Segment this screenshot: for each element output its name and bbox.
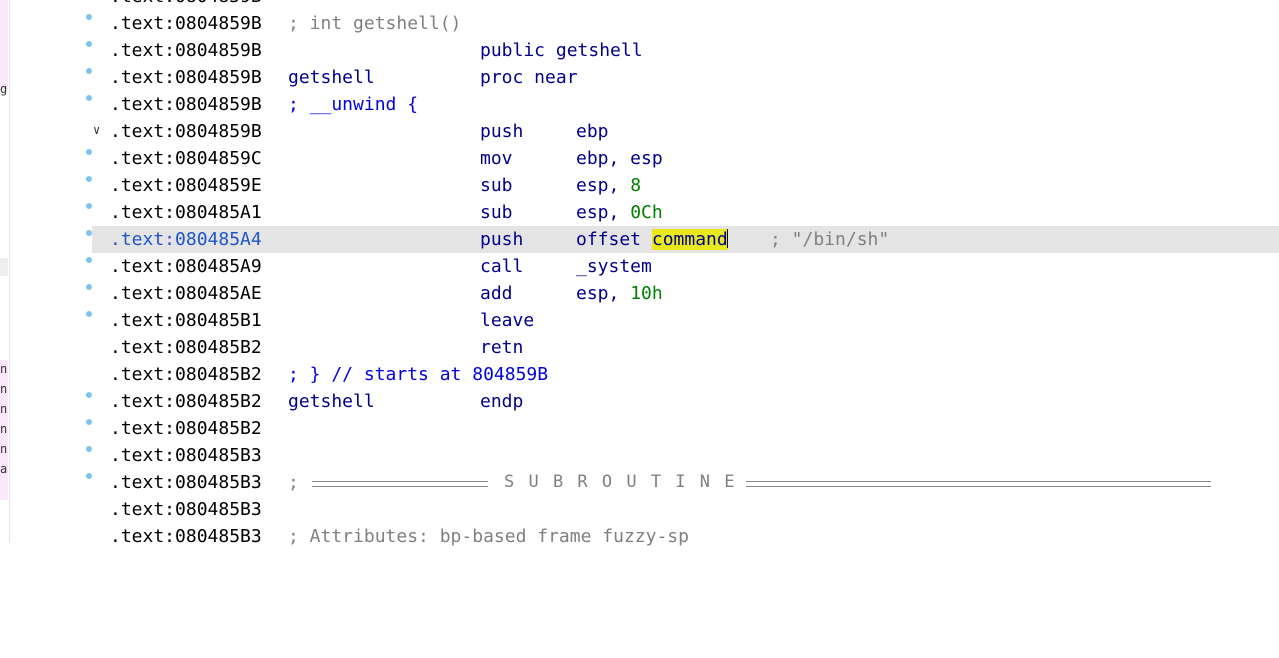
- line-address: .text:080485B3: [110, 499, 262, 520]
- instruction-operand[interactable]: ebp, esp: [576, 145, 663, 172]
- left-panel-selection: [0, 258, 8, 276]
- line-address: .text:080485B2: [110, 418, 262, 439]
- line-address: .text:080485B2: [110, 391, 262, 412]
- instruction-operand[interactable]: esp, 10h: [576, 280, 663, 307]
- line-address: .text:080485B3: [110, 445, 262, 466]
- line-address: .text:0804859B: [110, 121, 262, 142]
- operand-immediate: 8: [630, 175, 642, 196]
- separator-rule: [746, 481, 1211, 487]
- string-comment: ; "/bin/sh": [770, 229, 890, 250]
- listing-line[interactable]: .text:0804859B push ebp: [92, 118, 1279, 145]
- operand-keyword: offset: [576, 229, 642, 250]
- disassembly-listing[interactable]: .text:0804859B .text:0804859B ; int gets…: [92, 0, 1279, 550]
- line-address: .text:0804859E: [110, 175, 262, 196]
- line-address: .text:080485B2: [110, 337, 262, 358]
- left-panel-text: n: [0, 363, 8, 376]
- listing-line[interactable]: .text:0804859B: [92, 0, 1279, 10]
- listing-line[interactable]: .text:080485B2 getshell endp: [92, 388, 1279, 415]
- separator-comment: ;: [288, 472, 299, 493]
- line-address: .text:0804859B: [110, 40, 262, 61]
- instruction-mnemonic: mov: [480, 148, 513, 169]
- listing-line[interactable]: .text:080485A1 sub esp, 0Ch: [92, 199, 1279, 226]
- listing-line[interactable]: .text:0804859B ; int getshell(): [92, 10, 1279, 37]
- selected-listing-line[interactable]: .text:080485A4 push offset command ; "/b…: [92, 226, 1279, 253]
- listing-gutter[interactable]: ∨: [10, 0, 100, 543]
- listing-line[interactable]: .text:0804859B public getshell: [92, 37, 1279, 64]
- left-panel-text: n: [0, 423, 8, 436]
- listing-line[interactable]: .text:080485B3 ; S U B R O U T I N E: [92, 469, 1279, 496]
- left-panel-text: n: [0, 403, 8, 416]
- line-address: .text:0804859B: [110, 0, 262, 10]
- function-label[interactable]: getshell: [288, 64, 375, 91]
- unwind-comment: ; __unwind {: [288, 94, 419, 115]
- left-panel-text: a: [0, 463, 8, 476]
- left-panel-edge: g n n n n n a: [0, 0, 10, 543]
- text-cursor: [726, 229, 728, 248]
- listing-line[interactable]: .text:080485B1 leave: [92, 307, 1279, 334]
- left-panel-text: g: [0, 83, 8, 96]
- endp-directive: endp: [480, 391, 524, 412]
- proc-directive: proc near: [480, 67, 578, 88]
- listing-line[interactable]: .text:0804859B getshell proc near: [92, 64, 1279, 91]
- listing-line[interactable]: .text:080485B2 ; } // starts at 804859B: [92, 361, 1279, 388]
- instruction-mnemonic: sub: [480, 202, 513, 223]
- operand-register: esp,: [576, 283, 620, 304]
- subroutine-banner: S U B R O U T I N E: [504, 472, 737, 492]
- listing-line[interactable]: .text:080485B2: [92, 415, 1279, 442]
- line-address: .text:080485A9: [110, 256, 262, 277]
- instruction-operand[interactable]: offset command: [576, 226, 728, 253]
- instruction-mnemonic: push: [480, 121, 524, 142]
- listing-line[interactable]: .text:080485B2 retn: [92, 334, 1279, 361]
- operand-register: esp,: [576, 202, 620, 223]
- line-address: .text:080485A1: [110, 202, 262, 223]
- function-label[interactable]: getshell: [288, 388, 375, 415]
- instruction-operand[interactable]: esp, 8: [576, 172, 641, 199]
- instruction-mnemonic: call: [480, 256, 524, 277]
- instruction-mnemonic: leave: [480, 310, 535, 331]
- line-address: .text:0804859B: [110, 94, 262, 115]
- listing-line[interactable]: .text:080485A9 call _system: [92, 253, 1279, 280]
- listing-line[interactable]: .text:080485B3: [92, 442, 1279, 469]
- public-directive: public getshell: [480, 40, 643, 61]
- line-address: .text:080485A4: [110, 229, 262, 250]
- listing-line[interactable]: .text:0804859B ; __unwind {: [92, 91, 1279, 118]
- line-address: .text:080485B1: [110, 310, 262, 331]
- listing-line[interactable]: .text:080485AE add esp, 10h: [92, 280, 1279, 307]
- listing-line[interactable]: .text:080485B3: [92, 496, 1279, 523]
- listing-line[interactable]: .text:080485B3 ; Attributes: bp-based fr…: [92, 523, 1279, 550]
- attributes-comment: ; Attributes: bp-based frame fuzzy-sp: [288, 526, 689, 547]
- function-signature-comment: ; int getshell(): [288, 13, 462, 34]
- instruction-mnemonic: sub: [480, 175, 513, 196]
- call-target[interactable]: _system: [576, 253, 652, 280]
- highlighted-symbol[interactable]: command: [651, 229, 728, 250]
- listing-line[interactable]: .text:0804859C mov ebp, esp: [92, 145, 1279, 172]
- left-panel-text: n: [0, 383, 8, 396]
- left-panel-text: n: [0, 443, 8, 456]
- unwind-end-comment: ; } // starts at 804859B: [288, 364, 549, 385]
- line-address: .text:080485B3: [110, 526, 262, 547]
- instruction-operand[interactable]: ebp: [576, 118, 609, 145]
- line-address: .text:0804859B: [110, 13, 262, 34]
- separator-rule: [312, 481, 488, 487]
- instruction-mnemonic: push: [480, 229, 524, 250]
- instruction-mnemonic: add: [480, 283, 513, 304]
- line-address: .text:0804859C: [110, 148, 262, 169]
- line-address: .text:0804859B: [110, 67, 262, 88]
- operand-immediate: 10h: [630, 283, 663, 304]
- instruction-operand[interactable]: esp, 0Ch: [576, 199, 663, 226]
- line-address: .text:080485B3: [110, 472, 262, 493]
- line-address: .text:080485B2: [110, 364, 262, 385]
- operand-register: esp,: [576, 175, 620, 196]
- listing-line[interactable]: .text:0804859E sub esp, 8: [92, 172, 1279, 199]
- line-address: .text:080485AE: [110, 283, 262, 304]
- instruction-mnemonic: retn: [480, 337, 524, 358]
- operand-immediate: 0Ch: [630, 202, 663, 223]
